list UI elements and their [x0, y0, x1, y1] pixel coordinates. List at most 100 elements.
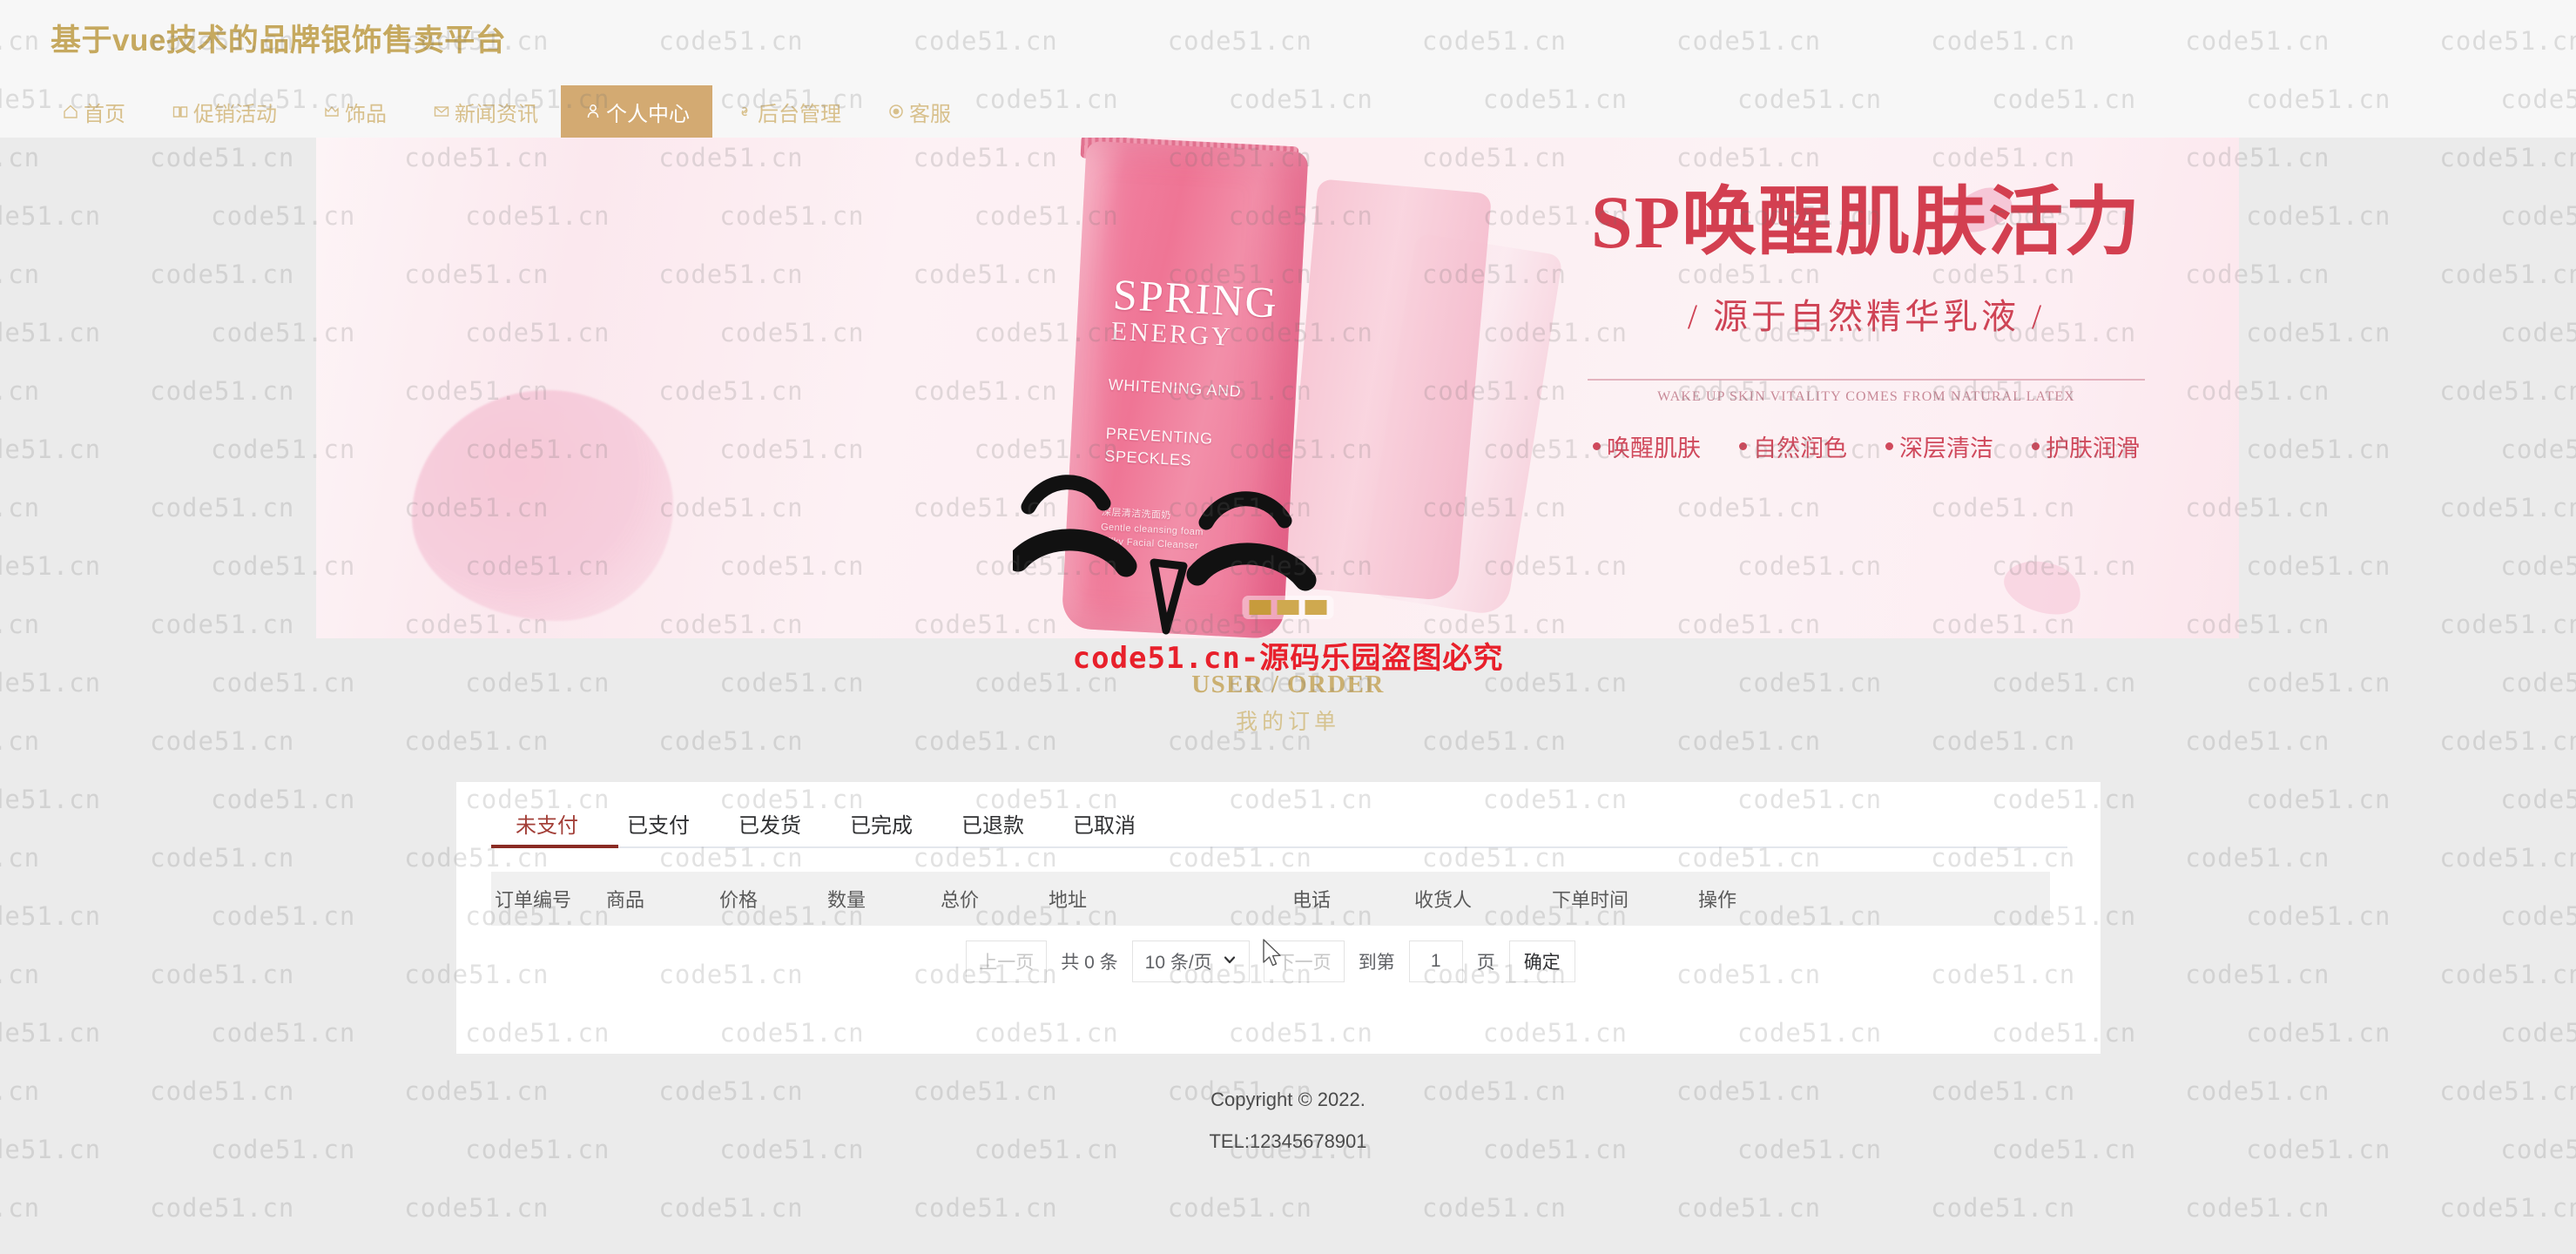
- watermark-text: code51.cn: [211, 785, 356, 814]
- watermark-text: code51.cn: [2246, 901, 2391, 931]
- order-status-tabs: 未支付 已支付 已发货 已完成 已退款 已取消: [491, 798, 1160, 849]
- watermark-text: code51.cn: [2500, 785, 2576, 814]
- watermark-text: code51.cn: [150, 960, 295, 989]
- watermark-text: code51.cn: [1676, 1193, 1822, 1223]
- column-phone: 电话: [1292, 889, 1332, 911]
- orders-panel: 未支付 已支付 已发货 已完成 已退款 已取消 订单编号 商品 价格 数量 总价…: [456, 782, 2101, 1054]
- goto-prefix-label: 到第: [1358, 953, 1395, 973]
- carousel-dot-3[interactable]: [1305, 600, 1327, 615]
- nav-item-admin[interactable]: 后台管理: [712, 85, 864, 138]
- banner-feature-list: 唤醒肌肤 自然润色 深层清洁 护肤润滑: [1535, 429, 2197, 463]
- watermark-text: code51.cn: [2439, 1193, 2576, 1223]
- nav-label: 个人中心: [606, 102, 690, 126]
- tab-shipped[interactable]: 已发货: [714, 798, 826, 849]
- active-tab-indicator: [491, 845, 618, 848]
- page-title: 基于vue技术的品牌银饰售卖平台: [51, 24, 507, 57]
- banner-feature: 自然润色: [1739, 429, 1847, 463]
- nav-item-jewelry[interactable]: 饰品: [300, 85, 409, 138]
- tab-label: 已发货: [738, 814, 801, 838]
- watermark-text: code51.cn: [0, 1018, 102, 1048]
- tab-refunded[interactable]: 已退款: [937, 798, 1049, 849]
- petal-decoration: [1946, 181, 2018, 239]
- watermark-text: code51.cn: [0, 843, 41, 873]
- service-icon: [887, 102, 906, 121]
- watermark-text: code51.cn: [2439, 843, 2576, 873]
- site-header: 基于vue技术的品牌银饰售卖平台 首页 促销活动 饰品 新闻资讯 个人中心 后台…: [0, 0, 2576, 138]
- nav-label: 后台管理: [758, 102, 841, 126]
- carousel-slide: SPRING ENERGY WHITENING AND PREVENTING S…: [316, 138, 2239, 638]
- main-navigation: 首页 促销活动 饰品 新闻资讯 个人中心 后台管理 客服: [38, 85, 974, 138]
- page-root: 基于vue技术的品牌银饰售卖平台 首页 促销活动 饰品 新闻资讯 个人中心 后台…: [0, 0, 2576, 1254]
- watermark-text: code51.cn: [0, 1193, 41, 1223]
- banner-headline: SP唤醒肌肤活力: [1590, 180, 2142, 264]
- goto-suffix-label: 页: [1476, 953, 1495, 973]
- watermark-text: code51.cn: [2246, 785, 2391, 814]
- copyright-text: Copyright © 2022.: [1210, 1089, 1366, 1110]
- telephone-text: TEL:12345678901: [1209, 1130, 1367, 1153]
- prev-page-button[interactable]: 上一页: [966, 940, 1048, 982]
- watermark-text: code51.cn: [658, 1193, 804, 1223]
- nav-item-promotions[interactable]: 促销活动: [148, 85, 300, 138]
- nav-label: 客服: [909, 102, 951, 126]
- mail-icon: [432, 102, 451, 121]
- watermark-text: code51.cn: [150, 843, 295, 873]
- carousel-dot-1[interactable]: [1249, 600, 1271, 615]
- nav-label: 促销活动: [193, 102, 277, 126]
- column-price: 价格: [719, 889, 759, 911]
- banner-feature: 护肤润滑: [2032, 429, 2140, 463]
- column-quantity: 数量: [827, 889, 867, 911]
- tab-paid[interactable]: 已支付: [603, 798, 714, 849]
- banner-subhead: / 源于自然精华乳液 /: [1687, 296, 2046, 336]
- carousel-indicators[interactable]: [1242, 596, 1334, 619]
- watermark-text: code51.cn: [0, 901, 102, 931]
- orders-table-header: 订单编号 商品 价格 数量 总价 地址 电话 收货人 下单时间 操作: [491, 872, 2050, 926]
- watermark-text: code51.cn: [211, 1018, 356, 1048]
- page-size-select[interactable]: 10 条/页: [1131, 940, 1250, 982]
- mouse-cursor: [1263, 939, 1281, 967]
- section-heading: USER / ORDER 我的订单: [0, 671, 2576, 736]
- watermark-text: code51.cn: [211, 901, 356, 931]
- book-icon: [171, 102, 190, 121]
- nav-item-user-center[interactable]: 个人中心: [561, 85, 712, 138]
- watermark-text: code51.cn: [2185, 843, 2330, 873]
- confirm-button[interactable]: 确定: [1508, 940, 1575, 982]
- column-actions: 操作: [1698, 889, 1737, 911]
- nav-label: 首页: [84, 102, 125, 126]
- column-total: 总价: [941, 889, 980, 911]
- home-icon: [61, 102, 80, 121]
- column-order-no: 订单编号: [495, 889, 572, 911]
- tab-cancelled[interactable]: 已取消: [1049, 798, 1160, 849]
- hero-carousel[interactable]: SPRING ENERGY WHITENING AND PREVENTING S…: [0, 138, 2576, 638]
- tab-label: 已取消: [1073, 814, 1136, 838]
- goto-page-input[interactable]: [1408, 940, 1463, 982]
- tabs-divider: [491, 846, 2067, 848]
- crown-icon: [322, 102, 341, 121]
- tab-label: 已退款: [961, 814, 1024, 838]
- watermark-text: code51.cn: [404, 1193, 550, 1223]
- watermark-text: code51.cn: [913, 1193, 1058, 1223]
- banner-feature: 深层清洁: [1885, 429, 1993, 463]
- watermark-text: code51.cn: [2246, 1018, 2391, 1048]
- link-icon: [735, 102, 754, 121]
- section-heading-chinese: 我的订单: [1235, 710, 1340, 734]
- banner-feature-label: 护肤润滑: [2046, 435, 2140, 462]
- petal-decoration: [1997, 549, 2089, 625]
- carousel-dot-2[interactable]: [1277, 600, 1299, 615]
- banner-feature-label: 唤醒肌肤: [1607, 435, 1701, 462]
- nav-label: 新闻资讯: [455, 102, 538, 126]
- tab-completed[interactable]: 已完成: [826, 798, 937, 849]
- tab-label: 已完成: [850, 814, 913, 838]
- nav-item-customer-service[interactable]: 客服: [864, 85, 974, 138]
- tab-unpaid[interactable]: 未支付: [491, 798, 603, 849]
- column-receiver: 收货人: [1414, 889, 1473, 911]
- theft-warning-watermark: code51.cn-源码乐园盗图必究: [1072, 641, 1504, 676]
- bullet-dot-icon: [1885, 442, 1893, 450]
- nav-item-news[interactable]: 新闻资讯: [409, 85, 561, 138]
- nav-item-home[interactable]: 首页: [38, 85, 148, 138]
- column-address: 地址: [1049, 889, 1088, 911]
- petal-decoration: [412, 390, 673, 621]
- total-count-label: 共 0 条: [1061, 953, 1118, 973]
- banner-feature: 唤醒肌肤: [1593, 429, 1701, 463]
- watermark-text: code51.cn: [2185, 1193, 2330, 1223]
- watermark-text: code51.cn: [1167, 1193, 1312, 1223]
